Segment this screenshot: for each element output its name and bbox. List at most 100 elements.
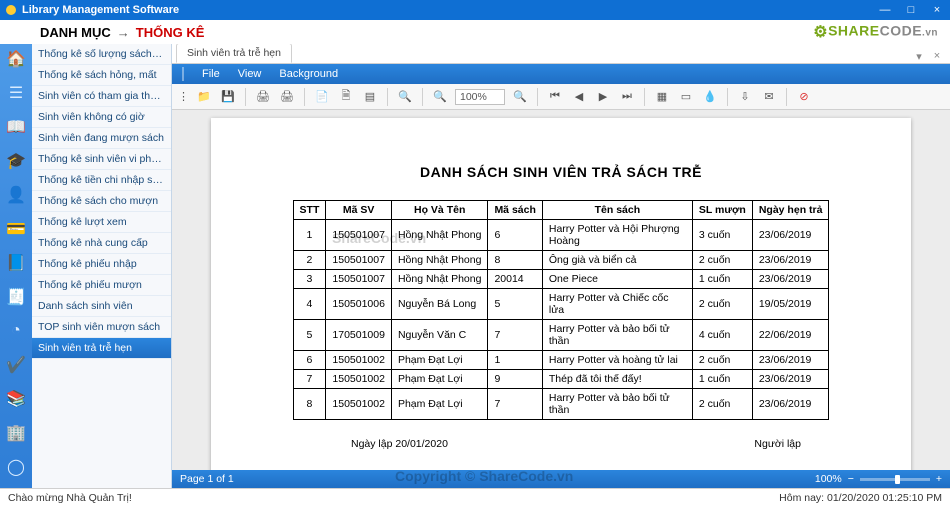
window-controls: — □ × (878, 4, 944, 16)
next-page-icon[interactable]: ▶ (594, 88, 612, 106)
main-area: 🏠 ☰ 📖 🎓 👤 💳 📘 🧾 ◔ ✔️ 📚 🏢 ◯ Thống kê số l… (0, 44, 950, 488)
titlebar: Library Management Software — □ × (0, 0, 950, 20)
sidebar-item[interactable]: Thống kê phiếu mượn (32, 275, 171, 296)
close-button[interactable]: × (930, 4, 944, 16)
toolbar-handle-icon: ⋮ (178, 90, 189, 103)
building-icon[interactable]: 🏢 (5, 422, 27, 444)
content-area: Sinh viên trả trễ hẹn ▾ × File View Back… (172, 44, 950, 488)
table-cell: 2 cuốn (692, 389, 752, 420)
student-icon[interactable]: 🎓 (5, 150, 27, 172)
maximize-button[interactable]: □ (904, 4, 918, 16)
tab-late-return[interactable]: Sinh viên trả trễ hẹn (176, 43, 292, 63)
last-page-icon[interactable]: ⏭ (618, 88, 636, 106)
report-surface[interactable]: DANH SÁCH SINH VIÊN TRẢ SÁCH TRỄ STTMã S… (172, 110, 950, 470)
sidebar-item[interactable]: Thống kê sách cho mượn (32, 191, 171, 212)
table-cell: 7 (488, 389, 542, 420)
chart-icon[interactable]: ◔ (5, 320, 27, 342)
zoom-slider[interactable] (860, 478, 930, 481)
sidebar-item[interactable]: Thống kê tiền chi nhập sách (32, 170, 171, 191)
sidebar-item[interactable]: TOP sinh viên mượn sách (32, 317, 171, 338)
first-page-icon[interactable]: ⏮ (546, 88, 564, 106)
zoom-combo[interactable]: 100% (455, 89, 505, 105)
table-cell: Harry Potter và hoàng tử lai (542, 351, 692, 370)
table-row: 2150501007Hồng Nhật Phong8Ông già và biể… (293, 251, 829, 270)
table-cell: 8 (293, 389, 326, 420)
zoom-plus-icon[interactable]: + (936, 473, 942, 485)
table-cell: One Piece (542, 270, 692, 289)
report-icon[interactable]: ✔️ (5, 354, 27, 376)
staff-icon[interactable]: 👤 (5, 184, 27, 206)
table-cell: Ông già và biển cả (542, 251, 692, 270)
quick-print-icon[interactable]: 🖨 (278, 88, 296, 106)
sidebar-item[interactable]: Thống kê sách hỏng, mất (32, 65, 171, 86)
receipt-icon[interactable]: 🧾 (5, 286, 27, 308)
table-cell: 170501009 (326, 320, 392, 351)
sidebar-item[interactable]: Sinh viên trả trễ hẹn (32, 338, 171, 359)
menu-icon[interactable]: ☰ (5, 82, 27, 104)
zoom-minus-icon[interactable]: − (848, 473, 854, 485)
user-icon[interactable]: ◯ (5, 456, 27, 478)
export-icon[interactable]: ⇩ (736, 88, 754, 106)
open-icon[interactable]: 📁 (195, 88, 213, 106)
scale-icon[interactable]: ▤ (361, 88, 379, 106)
footer-author: Người lập (754, 438, 801, 450)
tab-close-icon[interactable]: × (930, 50, 944, 63)
table-header: Họ Và Tên (391, 201, 487, 220)
table-cell: 150501002 (326, 389, 392, 420)
sidebar-item[interactable]: Sinh viên đang mượn sách (32, 128, 171, 149)
table-cell: Harry Potter và bảo bối tử thần (542, 389, 692, 420)
table-cell: Hồng Nhật Phong (391, 270, 487, 289)
table-row: 5170501009Nguyễn Văn C7Harry Potter và b… (293, 320, 829, 351)
breadcrumb: DANH MỤC → THỐNG KÊ ⚙SHARECODE.vn (0, 20, 950, 44)
parameters-icon[interactable]: 📄 (313, 88, 331, 106)
zoom-label: 100% (815, 473, 842, 485)
menu-file[interactable]: File (202, 68, 220, 80)
table-cell: 1 (293, 220, 326, 251)
table-cell: 2 cuốn (692, 351, 752, 370)
sidebar-item[interactable]: Sinh viên có tham gia thư viện (32, 86, 171, 107)
zoom-out-icon[interactable]: 🔍 (431, 88, 449, 106)
email-icon[interactable]: ✉ (760, 88, 778, 106)
app-icon (6, 5, 16, 15)
viewer-statusbar: Page 1 of 1 100% − + (172, 470, 950, 488)
table-cell: 8 (488, 251, 542, 270)
tab-dropdown-icon[interactable]: ▾ (912, 50, 926, 63)
save-icon[interactable]: 💾 (219, 88, 237, 106)
sidebar-item[interactable]: Danh sách sinh viên (32, 296, 171, 317)
watermark-icon[interactable]: 💧 (701, 88, 719, 106)
table-cell: 1 cuốn (692, 370, 752, 389)
table-cell: Phạm Đạt Lợi (391, 351, 487, 370)
find-icon[interactable]: 🔍 (396, 88, 414, 106)
table-cell: 2 (293, 251, 326, 270)
header-footer-icon[interactable]: 🗎 (337, 88, 355, 106)
status-welcome: Chào mừng Nhà Quản Trị! (8, 492, 132, 504)
print-icon[interactable]: 🖨 (254, 88, 272, 106)
sidebar-item[interactable]: Thống kê phiếu nhập (32, 254, 171, 275)
table-cell: 23/06/2019 (752, 270, 829, 289)
multipage-icon[interactable]: ▦ (653, 88, 671, 106)
book-icon[interactable]: 📖 (5, 116, 27, 138)
sidebar-item[interactable]: Thống kê số lượng sách nhập (32, 44, 171, 65)
sidebar-item[interactable]: Thống kê nhà cung cấp (32, 233, 171, 254)
table-cell: 150501002 (326, 351, 392, 370)
menu-background[interactable]: Background (279, 68, 338, 80)
minimize-button[interactable]: — (878, 4, 892, 16)
stop-icon[interactable]: ⊘ (795, 88, 813, 106)
table-cell: Hồng Nhật Phong (391, 220, 487, 251)
table-cell: 19/05/2019 (752, 289, 829, 320)
page-color-icon[interactable]: ▭ (677, 88, 695, 106)
archive-icon[interactable]: 📚 (5, 388, 27, 410)
zoom-in-icon[interactable]: 🔍 (511, 88, 529, 106)
prev-page-icon[interactable]: ◀ (570, 88, 588, 106)
sidebar-item[interactable]: Sinh viên không có giờ (32, 107, 171, 128)
table-cell: 23/06/2019 (752, 220, 829, 251)
card-icon[interactable]: 💳 (5, 218, 27, 240)
table-cell: Nguyễn Văn C (391, 320, 487, 351)
table-row: 1150501007Hồng Nhật Phong6Harry Potter v… (293, 220, 829, 251)
sidebar-item[interactable]: Thống kê lượt xem (32, 212, 171, 233)
home-icon[interactable]: 🏠 (5, 48, 27, 70)
borrow-icon[interactable]: 📘 (5, 252, 27, 274)
breadcrumb-section: DANH MỤC (40, 25, 111, 40)
menu-view[interactable]: View (238, 68, 262, 80)
sidebar-item[interactable]: Thống kê sinh viên vi phạm (32, 149, 171, 170)
